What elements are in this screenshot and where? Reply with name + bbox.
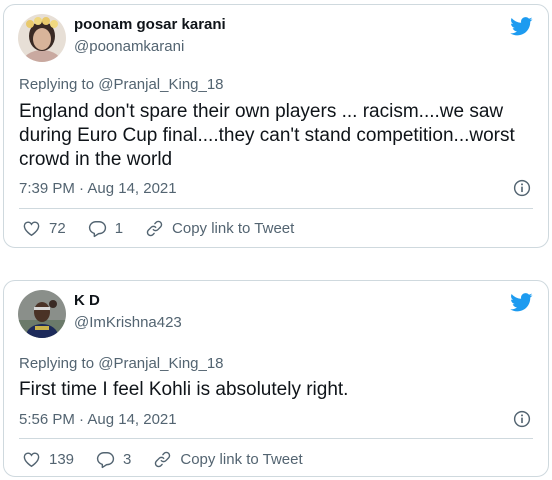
heart-icon bbox=[23, 452, 40, 468]
divider bbox=[19, 438, 533, 439]
display-name[interactable]: poonam gosar karani bbox=[74, 16, 226, 33]
like-button[interactable]: 139 bbox=[22, 450, 74, 469]
tweet-timestamp[interactable]: 7:39 PM · Aug 14, 2021 bbox=[19, 180, 177, 197]
tweet-card[interactable]: poonam gosar karani @poonamkarani Replyi… bbox=[3, 4, 549, 248]
copy-link-button[interactable]: Copy link to Tweet bbox=[145, 219, 294, 238]
replying-to: Replying to @Pranjal_King_18 bbox=[19, 355, 224, 372]
link-icon bbox=[146, 220, 163, 237]
tweet-text: First time I feel Kohli is absolutely ri… bbox=[19, 379, 349, 400]
replying-to-link[interactable]: @Pranjal_King_18 bbox=[98, 76, 223, 93]
reply-icon bbox=[96, 452, 115, 469]
copy-link-label: Copy link to Tweet bbox=[180, 451, 303, 468]
info-icon[interactable] bbox=[513, 410, 531, 428]
user-handle[interactable]: @ImKrishna423 bbox=[74, 314, 182, 331]
reply-count: 3 bbox=[123, 451, 132, 468]
replying-to-label: Replying to bbox=[19, 76, 99, 93]
copy-link-button[interactable]: Copy link to Tweet bbox=[153, 450, 303, 469]
like-count: 72 bbox=[49, 220, 66, 237]
reply-button[interactable]: 3 bbox=[96, 450, 131, 469]
tweet-text: England don't spare their own players ..… bbox=[19, 101, 515, 170]
display-name[interactable]: K D bbox=[74, 292, 100, 309]
replying-to-label: Replying to bbox=[19, 355, 99, 372]
replying-to-link[interactable]: @Pranjal_King_18 bbox=[98, 355, 223, 372]
copy-link-label: Copy link to Tweet bbox=[172, 220, 295, 237]
reply-count: 1 bbox=[114, 220, 124, 237]
tweet-card[interactable]: K D @ImKrishna423 Replying to @Pranjal_K… bbox=[3, 280, 549, 477]
reply-icon bbox=[88, 221, 106, 238]
user-handle[interactable]: @poonamkarani bbox=[74, 38, 184, 55]
twitter-bird-icon[interactable] bbox=[510, 293, 533, 312]
like-button[interactable]: 72 bbox=[22, 219, 66, 238]
reply-button[interactable]: 1 bbox=[88, 219, 123, 238]
divider bbox=[19, 208, 533, 209]
heart-icon bbox=[23, 221, 40, 237]
info-icon[interactable] bbox=[513, 179, 531, 197]
tweet-timestamp[interactable]: 5:56 PM · Aug 14, 2021 bbox=[19, 411, 177, 428]
tweet-actions: 139 3 Copy link to Tweet bbox=[22, 450, 325, 469]
link-icon bbox=[155, 451, 171, 468]
replying-to: Replying to @Pranjal_King_18 bbox=[19, 76, 224, 93]
tweet-actions: 72 1 Copy link to Tweet bbox=[22, 219, 316, 238]
like-count: 139 bbox=[49, 451, 75, 468]
avatar[interactable] bbox=[18, 14, 66, 62]
avatar[interactable] bbox=[18, 290, 66, 338]
twitter-bird-icon[interactable] bbox=[510, 17, 533, 36]
